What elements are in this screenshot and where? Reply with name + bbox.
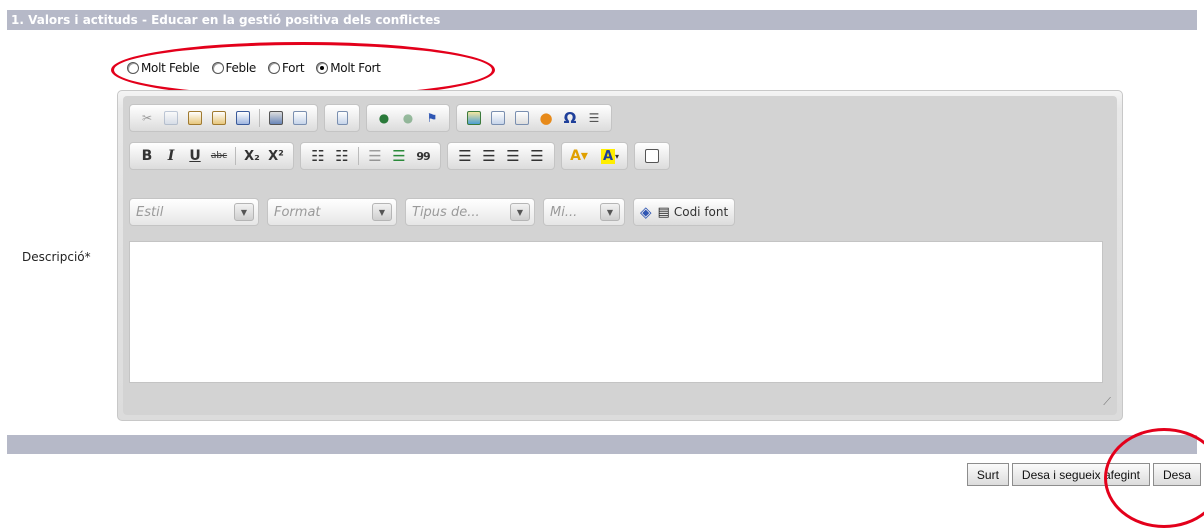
format-combo-placeholder: Format bbox=[274, 204, 321, 220]
resize-grip-icon[interactable]: ⟋ bbox=[1103, 395, 1111, 409]
print-icon[interactable] bbox=[265, 107, 287, 129]
radio-circle-icon[interactable] bbox=[211, 62, 224, 74]
font-combo-placeholder: Tipus de... bbox=[412, 204, 480, 220]
editor-toolbar-area: ✂ ● ● ⚑ ● Ω ☰ B I U abc X₂ X² ☷ ☷ ☰ ☰ 99… bbox=[123, 96, 1117, 415]
paste-icon[interactable] bbox=[184, 107, 206, 129]
chevron-down-icon[interactable]: ▼ bbox=[600, 203, 620, 221]
radio-molt-feble[interactable]: Molt Feble bbox=[127, 61, 200, 75]
radio-circle-icon[interactable] bbox=[267, 62, 280, 74]
underline-button[interactable]: U bbox=[184, 145, 206, 167]
source-code-label: Codi font bbox=[673, 205, 729, 219]
link-icon[interactable]: ● bbox=[373, 107, 395, 129]
image-icon[interactable] bbox=[463, 107, 485, 129]
chevron-down-icon[interactable]: ▼ bbox=[510, 203, 530, 221]
maximize-icon[interactable]: ◈ bbox=[640, 203, 652, 221]
copy-icon[interactable] bbox=[160, 107, 182, 129]
italic-button[interactable]: I bbox=[160, 145, 182, 167]
size-combo-placeholder: Mi... bbox=[550, 204, 578, 220]
save-button[interactable]: Desa bbox=[1152, 463, 1201, 486]
superscript-button[interactable]: X² bbox=[265, 145, 287, 167]
strikethrough-button[interactable]: abc bbox=[208, 145, 230, 167]
font-combo[interactable]: Tipus de... ▼ bbox=[405, 198, 535, 226]
unlink-icon[interactable]: ● bbox=[397, 107, 419, 129]
action-buttons: Surt Desa i segueix afegint Desa bbox=[964, 463, 1201, 486]
section-title: 1. Valors i actituds - Educar en la gest… bbox=[7, 10, 1197, 30]
align-justify-icon[interactable]: ☰ bbox=[526, 145, 548, 167]
style-combo[interactable]: Estil ▼ bbox=[129, 198, 259, 226]
subscript-button[interactable]: X₂ bbox=[241, 145, 263, 167]
toolbar-group-format: B I U abc X₂ X² bbox=[129, 142, 294, 170]
page-break-icon[interactable]: ☰ bbox=[583, 107, 605, 129]
text-color-icon[interactable]: A▾ bbox=[568, 145, 590, 167]
cut-icon[interactable]: ✂ bbox=[136, 107, 158, 129]
source-doc-icon: ▤ bbox=[657, 204, 670, 220]
footer-bar bbox=[7, 435, 1197, 454]
description-label: Descripció* bbox=[22, 250, 91, 264]
radio-label: Molt Fort bbox=[330, 61, 381, 75]
outdent-icon[interactable]: ☰ bbox=[364, 145, 386, 167]
paste-text-icon[interactable] bbox=[208, 107, 230, 129]
editor-content-area[interactable] bbox=[129, 241, 1103, 383]
anchor-flag-icon[interactable]: ⚑ bbox=[421, 107, 443, 129]
paste-word-icon[interactable] bbox=[232, 107, 254, 129]
toolbar-row-2: B I U abc X₂ X² ☷ ☷ ☰ ☰ 99 ☰ ☰ ☰ ☰ A▾ A … bbox=[129, 141, 676, 171]
size-combo[interactable]: Mi... ▼ bbox=[543, 198, 625, 226]
toolbar-group-clipboard: ✂ bbox=[129, 104, 318, 132]
numbered-list-icon[interactable]: ☷ bbox=[307, 145, 329, 167]
toolbar-separator bbox=[235, 147, 236, 165]
radio-label: Feble bbox=[225, 61, 257, 75]
smiley-icon[interactable]: ● bbox=[535, 107, 557, 129]
toolbar-group-colors: A▾ A ▾ bbox=[561, 142, 628, 170]
table-icon[interactable] bbox=[487, 107, 509, 129]
toolbar-group-align: ☰ ☰ ☰ ☰ bbox=[447, 142, 555, 170]
chevron-down-icon[interactable]: ▼ bbox=[372, 203, 392, 221]
toolbar-group-lists: ☷ ☷ ☰ ☰ 99 bbox=[300, 142, 441, 170]
radio-label: Molt Feble bbox=[141, 61, 200, 75]
toolbar-separator bbox=[259, 109, 260, 127]
rating-radio-group: Molt Feble Feble Fort Molt Fort bbox=[127, 58, 393, 78]
toolbar-group-maximize bbox=[634, 142, 670, 170]
rich-text-editor: ✂ ● ● ⚑ ● Ω ☰ B I U abc X₂ X² ☷ ☷ ☰ ☰ 99… bbox=[117, 90, 1123, 421]
toolbar-group-links: ● ● ⚑ bbox=[366, 104, 450, 132]
save-continue-button[interactable]: Desa i segueix afegint bbox=[1011, 463, 1150, 486]
templates-icon[interactable] bbox=[331, 107, 353, 129]
toolbar-row-1: ✂ ● ● ⚑ ● Ω ☰ bbox=[129, 103, 618, 133]
radio-circle-checked-icon[interactable] bbox=[316, 62, 329, 74]
chevron-down-icon[interactable]: ▼ bbox=[234, 203, 254, 221]
exit-button[interactable]: Surt bbox=[966, 463, 1009, 486]
special-char-omega-icon[interactable]: Ω bbox=[559, 107, 581, 129]
style-combo-placeholder: Estil bbox=[136, 204, 164, 220]
toolbar-separator bbox=[358, 147, 359, 165]
format-combo[interactable]: Format ▼ bbox=[267, 198, 397, 226]
toolbar-group-templates bbox=[324, 104, 360, 132]
bulleted-list-icon[interactable]: ☷ bbox=[331, 145, 353, 167]
align-center-icon[interactable]: ☰ bbox=[478, 145, 500, 167]
toolbar-row-3: Estil ▼ Format ▼ Tipus de... ▼ Mi... ▼ ◈… bbox=[129, 197, 736, 227]
align-right-icon[interactable]: ☰ bbox=[502, 145, 524, 167]
source-code-button[interactable]: ◈ ▤ Codi font bbox=[633, 198, 736, 226]
indent-icon[interactable]: ☰ bbox=[388, 145, 410, 167]
horizontal-rule-icon[interactable] bbox=[511, 107, 533, 129]
align-left-icon[interactable]: ☰ bbox=[454, 145, 476, 167]
blockquote-button[interactable]: 99 bbox=[412, 145, 434, 167]
radio-feble[interactable]: Feble bbox=[211, 61, 257, 75]
radio-label: Fort bbox=[281, 61, 305, 75]
radio-molt-fort[interactable]: Molt Fort bbox=[316, 61, 381, 75]
show-blocks-icon[interactable] bbox=[641, 145, 663, 167]
preview-icon[interactable] bbox=[289, 107, 311, 129]
bold-button[interactable]: B bbox=[136, 145, 158, 167]
radio-fort[interactable]: Fort bbox=[267, 61, 305, 75]
radio-circle-icon[interactable] bbox=[127, 62, 139, 74]
toolbar-group-insert: ● Ω ☰ bbox=[456, 104, 612, 132]
background-color-icon[interactable]: A ▾ bbox=[599, 145, 621, 167]
